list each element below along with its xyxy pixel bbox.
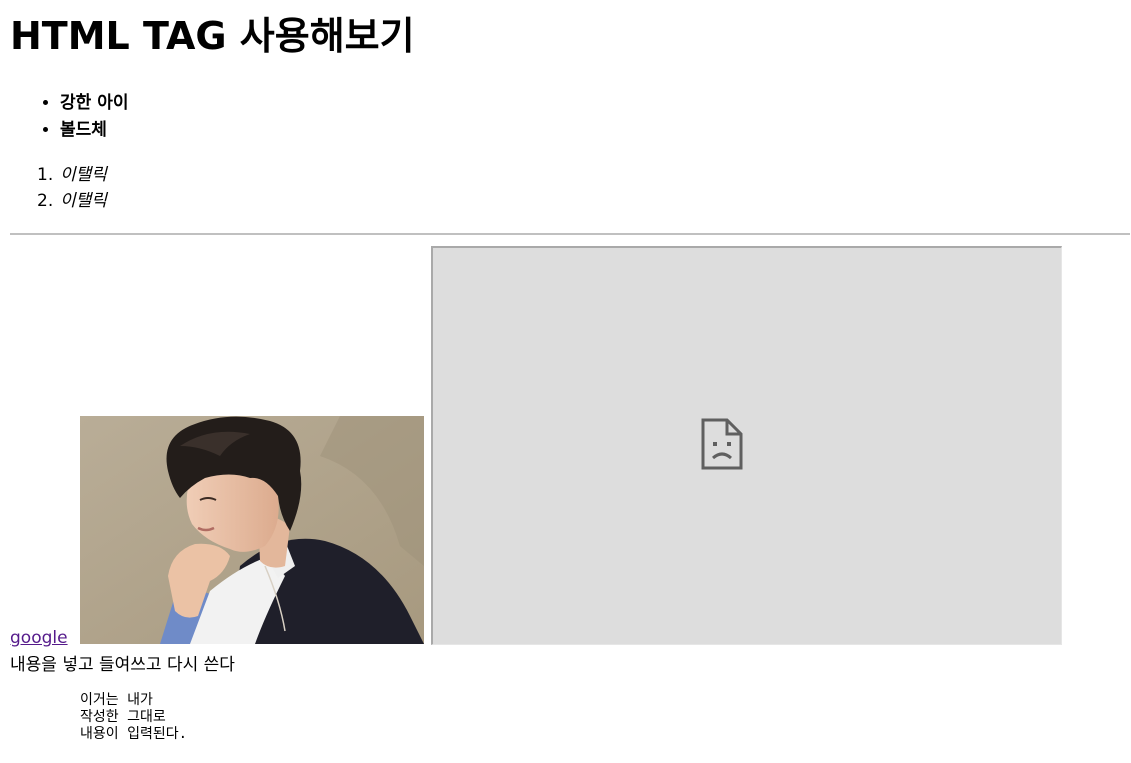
page: HTML TAG 사용해보기 강한 아이 볼드체 1. 이탤릭 2. 이탤릭 g…: [0, 0, 1131, 763]
list-item: 1. 이탤릭: [37, 162, 107, 188]
list-item: 2. 이탤릭: [37, 188, 107, 214]
google-link[interactable]: google: [10, 627, 68, 649]
broken-iframe: [431, 246, 1062, 645]
sad-page-icon: [701, 418, 743, 470]
portrait-photo: [80, 416, 424, 644]
body-paragraph: 내용을 넣고 들여쓰고 다시 쓴다: [10, 655, 235, 675]
page-title: HTML TAG 사용해보기: [10, 14, 415, 58]
ordered-list: 1. 이탤릭 2. 이탤릭: [12, 162, 107, 214]
list-number: 2.: [37, 191, 54, 211]
preformatted-text: 이거는 내가 작성한 그대로 내용이 입력된다.: [80, 692, 188, 742]
italic-text: 이탤릭: [60, 165, 107, 185]
list-number: 1.: [37, 165, 54, 185]
horizontal-divider: [10, 233, 1130, 235]
italic-text: 이탤릭: [60, 191, 107, 211]
bullet-list: 강한 아이 볼드체: [12, 90, 128, 144]
list-item: 강한 아이: [60, 90, 128, 117]
list-item: 볼드체: [60, 117, 128, 144]
